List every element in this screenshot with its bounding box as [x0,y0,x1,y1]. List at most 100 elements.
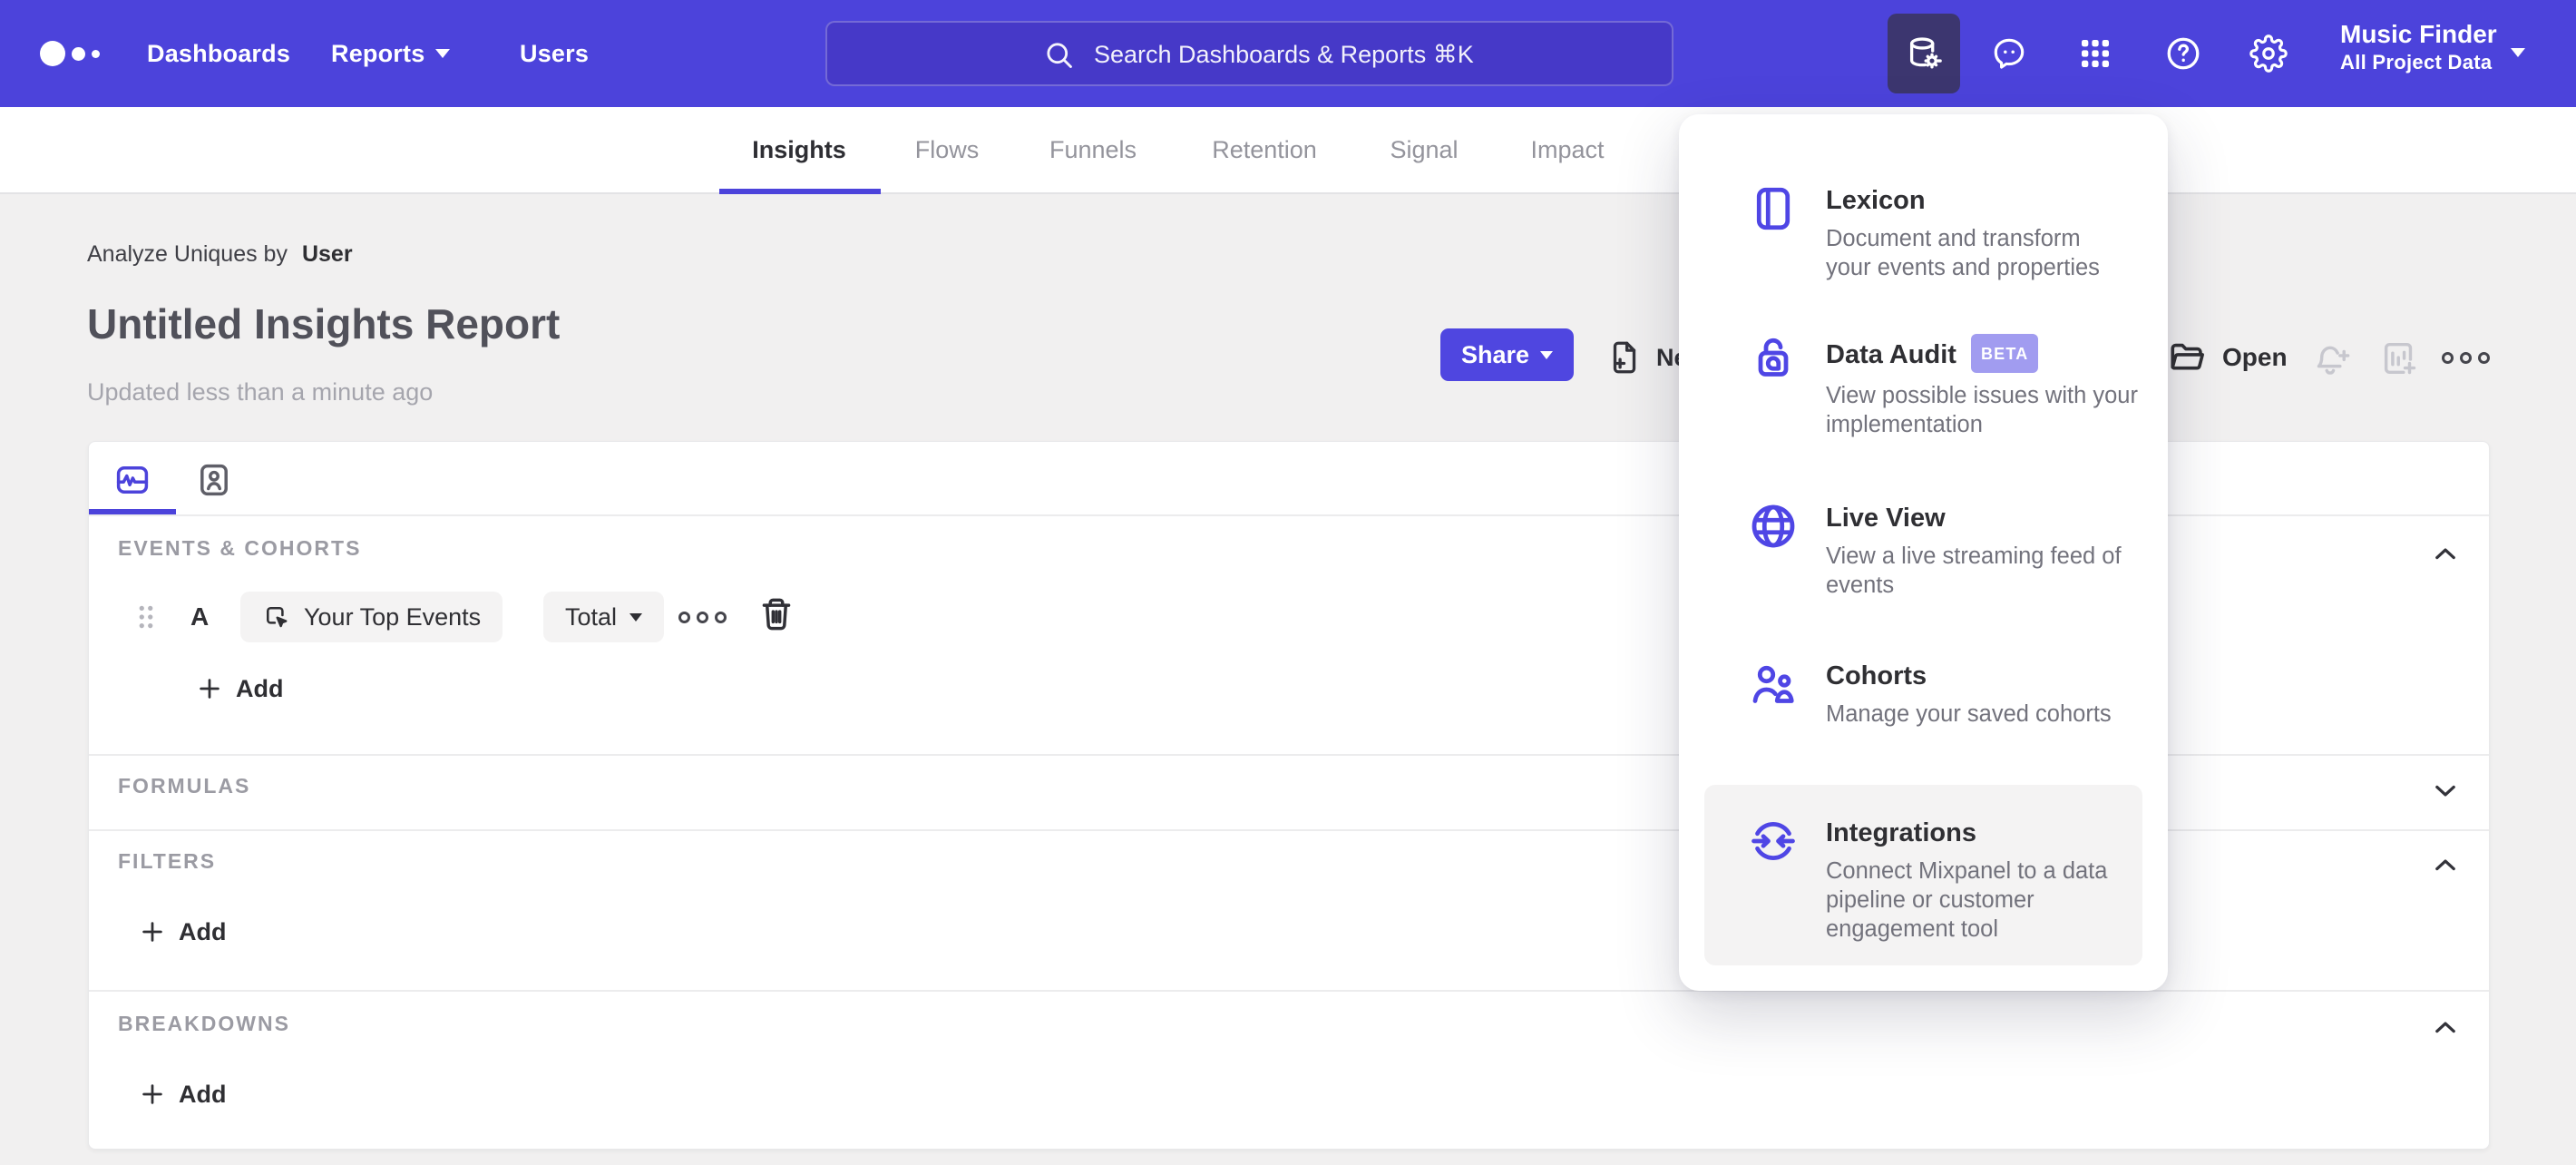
expand-formulas-button[interactable] [2427,772,2464,808]
collapse-events-button[interactable] [2427,536,2464,573]
help-button[interactable] [2158,28,2209,79]
breadcrumb-prefix: Analyze Uniques by [87,241,288,267]
menu-item-title: Live View [1826,504,1946,533]
series-label: A [190,602,210,631]
more-actions-button[interactable] [2442,352,2490,364]
event-row-more-button[interactable] [678,612,727,623]
tab-signal[interactable]: Signal [1390,107,1458,192]
plus-icon [142,1084,162,1104]
search-input[interactable] [1092,23,1640,86]
tab-insights[interactable]: Insights [752,107,846,192]
add-label: Add [179,1080,227,1108]
database-gear-icon [1909,37,1942,69]
chevron-down-icon [435,49,451,58]
settings-button[interactable] [2243,28,2294,79]
open-report-button[interactable]: Open [2166,332,2288,383]
lexicon-book-icon [1746,181,1800,236]
tab-impact[interactable]: Impact [1530,107,1604,192]
gear-icon [2249,34,2288,73]
collapse-breakdowns-button[interactable] [2427,1010,2464,1046]
nav-item-label: Reports [331,39,425,67]
breadcrumb-value[interactable]: User [302,241,353,267]
aggregation-selector-chip[interactable]: Total [543,592,665,642]
add-label: Add [179,917,227,945]
section-label-filters: FILTERS [118,849,217,873]
add-filter-button[interactable]: Add [139,912,226,952]
menu-item-description: Manage your saved cohorts [1826,701,2112,727]
tab-metrics-view[interactable] [112,460,152,500]
tab-flows[interactable]: Flows [915,107,980,192]
mixpanel-logo[interactable] [40,0,100,107]
report-title[interactable]: Untitled Insights Report [87,299,560,348]
nav-item-dashboards[interactable]: Dashboards [147,0,290,107]
project-name: Music Finder [2340,20,2497,48]
trash-icon [762,598,791,631]
data-audit-lock-icon [1746,330,1800,385]
ellipsis-icon [715,612,727,623]
menu-item-title: Data Audit BETA [1826,334,2145,373]
help-icon [2167,37,2200,70]
section-label-formulas: FORMULAS [118,774,251,798]
add-breakdown-button[interactable]: Add [139,1074,226,1114]
section-label-breakdowns: BREAKDOWNS [118,1012,290,1035]
chevron-down-icon [2511,48,2525,57]
menu-item-title: Lexicon [1826,186,1926,215]
logo-dot [40,41,65,66]
delete-event-button[interactable] [756,594,796,634]
global-search[interactable] [825,21,1673,86]
menu-item-description: View a live streaming feed of events [1826,543,2122,598]
ellipsis-icon [2478,352,2490,364]
chevron-up-icon [2435,859,2455,871]
drag-handle[interactable] [127,598,165,636]
integrations-sync-icon [1746,814,1800,868]
tab-funnels[interactable]: Funnels [1049,107,1137,192]
feedback-bubble-icon [1994,38,2025,69]
pulse-chart-icon [116,466,149,494]
logo-dot [92,49,100,58]
chevron-down-icon [2435,785,2455,797]
open-label: Open [2222,343,2288,371]
tab-profiles-view[interactable] [194,460,234,500]
ellipsis-icon [678,612,690,623]
breadcrumb: Analyze Uniques by User [87,241,353,268]
grid-icon [2082,40,2109,67]
ellipsis-icon [697,612,708,623]
add-event-button[interactable]: Add [196,669,283,709]
plus-icon [142,922,162,942]
chevron-down-icon [1540,350,1554,359]
live-view-globe-icon [1746,499,1800,553]
data-management-menu: Lexicon Document and transform your even… [1679,114,2168,991]
search-icon [1047,43,1072,68]
folder-open-icon [2171,343,2204,370]
updated-timestamp: Updated less than a minute ago [87,378,434,406]
collapse-filters-button[interactable] [2427,847,2464,884]
event-selector-chip[interactable]: Your Top Events [240,592,503,642]
data-management-button[interactable] [1888,14,1960,93]
menu-item-description: Connect Mixpanel to a data pipeline or c… [1826,858,2108,942]
file-plus-icon [1613,341,1636,374]
select-cursor-icon [267,607,288,628]
project-selector[interactable]: Music Finder All Project Data [2340,19,2497,75]
apps-grid-button[interactable] [2070,28,2121,79]
menu-item-description: View possible issues with your implement… [1826,383,2138,437]
board-plus-icon [2384,342,2416,375]
create-alert-button[interactable] [2311,338,2353,379]
add-label: Add [236,674,284,702]
nav-item-users[interactable]: Users [520,0,589,107]
nav-item-label: Dashboards [147,39,291,67]
menu-item-title: Integrations [1826,818,1976,847]
share-label: Share [1460,340,1530,368]
add-to-board-button[interactable] [2378,338,2420,379]
tab-retention[interactable]: Retention [1212,107,1317,192]
share-button[interactable]: Share [1440,328,1574,381]
bell-plus-icon [2317,346,2350,375]
menu-item-title: Cohorts [1826,661,1927,690]
menu-item-description: Document and transform your events and p… [1826,226,2100,280]
nav-item-reports[interactable]: Reports [331,0,451,107]
section-label-events: EVENTS & COHORTS [118,536,362,560]
top-nav: Dashboards Reports Users Search Dashboar… [0,0,2576,107]
feedback-button[interactable] [1984,28,2034,79]
drag-dots-icon [139,605,153,629]
chevron-up-icon [2435,1022,2455,1033]
ellipsis-icon [2442,352,2454,364]
